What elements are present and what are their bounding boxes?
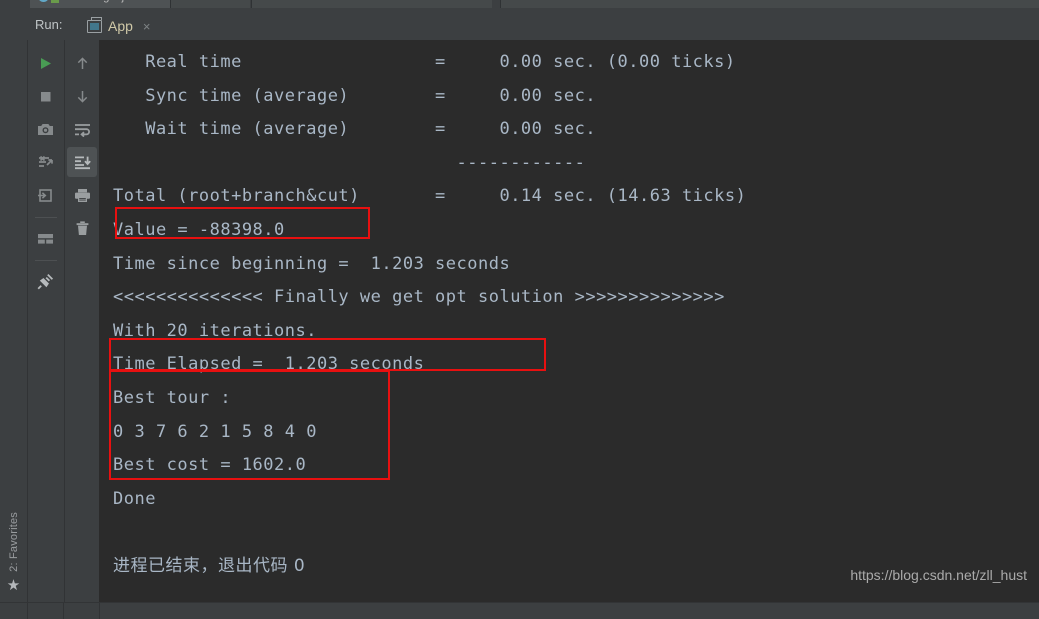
layout-icon bbox=[38, 233, 53, 244]
scroll-to-end-icon bbox=[74, 156, 91, 169]
console-line: Done bbox=[113, 488, 156, 509]
star-icon: ★ bbox=[6, 577, 21, 594]
print-button[interactable] bbox=[67, 180, 97, 210]
rerun-failed-icon bbox=[39, 155, 53, 167]
up-button[interactable] bbox=[67, 48, 97, 78]
console-line: Wait time (average) = 0.00 sec. bbox=[113, 119, 597, 140]
watermark: https://blog.csdn.net/zll_hust bbox=[850, 567, 1027, 583]
console-line: Time since beginning = 1.203 seconds bbox=[113, 253, 511, 274]
sidebar-item-favorites[interactable]: 2: Favorites ★ bbox=[0, 512, 27, 595]
arrow-up-icon bbox=[77, 56, 87, 69]
stop-button[interactable] bbox=[31, 81, 61, 111]
import-button[interactable] bbox=[31, 180, 61, 210]
console-line: Value = -88398.0 bbox=[113, 219, 285, 240]
class-icon bbox=[38, 0, 49, 2]
intellij-run-window: FileManager.java Run: App × 2: Favorites… bbox=[0, 0, 1039, 619]
modified-marker-icon bbox=[51, 0, 59, 3]
status-bar bbox=[0, 602, 1039, 619]
console-line: <<<<<<<<<<<<<< Finally we get opt soluti… bbox=[113, 287, 725, 308]
down-button[interactable] bbox=[67, 81, 97, 111]
scroll-to-end-button[interactable] bbox=[67, 147, 97, 177]
run-configuration-icon bbox=[87, 16, 102, 33]
console-line: 0 3 7 6 2 1 5 8 4 0 bbox=[113, 421, 317, 442]
toolbar-separator bbox=[34, 217, 57, 218]
clear-all-button[interactable] bbox=[67, 213, 97, 243]
arrow-down-icon bbox=[77, 90, 87, 103]
import-arrow-icon bbox=[37, 188, 52, 202]
console-line: Best cost = 1602.0 bbox=[113, 455, 307, 476]
rerun-button[interactable] bbox=[31, 48, 61, 78]
status-bar-cell bbox=[64, 603, 100, 619]
status-bar-cell bbox=[28, 603, 64, 619]
run-console[interactable]: Real time = 0.00 sec. (0.00 ticks) Sync … bbox=[99, 40, 1039, 603]
soft-wrap-icon bbox=[74, 123, 90, 137]
snapshot-button[interactable] bbox=[31, 114, 61, 144]
toolbar-separator bbox=[34, 260, 57, 261]
layout-button[interactable] bbox=[31, 223, 61, 253]
pin-icon bbox=[37, 273, 54, 289]
editor-tab-strip-segment bbox=[251, 0, 492, 8]
camera-icon bbox=[38, 123, 53, 135]
left-tool-stripe: 2: Favorites ★ bbox=[0, 40, 28, 603]
console-line: Total (root+branch&cut) = 0.14 sec. (14.… bbox=[113, 186, 747, 207]
console-line: Best tour : bbox=[113, 387, 232, 408]
play-icon bbox=[41, 57, 51, 69]
console-line: Real time = 0.00 sec. (0.00 ticks) bbox=[113, 52, 736, 72]
console-line: With 20 iterations. bbox=[113, 320, 317, 341]
console-line: Sync time (average) = 0.00 sec. bbox=[113, 85, 597, 106]
soft-wrap-button[interactable] bbox=[67, 114, 97, 144]
editor-tab-label: FileManager.java bbox=[58, 0, 142, 3]
pin-tab-button[interactable] bbox=[31, 266, 61, 296]
console-line: ------------ bbox=[113, 152, 586, 173]
stop-square-icon bbox=[41, 91, 51, 101]
rerun-failed-button[interactable] bbox=[31, 147, 61, 177]
run-tab-app[interactable]: App × bbox=[83, 13, 157, 39]
status-bar-cell bbox=[0, 603, 28, 619]
console-text-area: Real time = 0.00 sec. (0.00 ticks) Sync … bbox=[99, 40, 1039, 584]
run-tool-window-header: Run: App × bbox=[0, 10, 1039, 47]
run-label: Run: bbox=[35, 17, 63, 32]
editor-tab-strip: FileManager.java bbox=[0, 0, 1039, 10]
console-line: Time Elapsed = 1.203 seconds bbox=[113, 354, 425, 375]
run-toolbar-right bbox=[64, 40, 99, 603]
run-tab-label: App bbox=[108, 18, 133, 34]
editor-tab-strip-segment bbox=[500, 0, 1039, 8]
run-toolbar-left bbox=[28, 40, 63, 603]
favorites-label: 2: Favorites bbox=[7, 512, 20, 572]
trash-icon bbox=[76, 220, 88, 235]
close-icon[interactable]: × bbox=[143, 20, 151, 33]
editor-tab-filemanager[interactable]: FileManager.java bbox=[30, 0, 171, 8]
printer-icon bbox=[74, 188, 90, 202]
